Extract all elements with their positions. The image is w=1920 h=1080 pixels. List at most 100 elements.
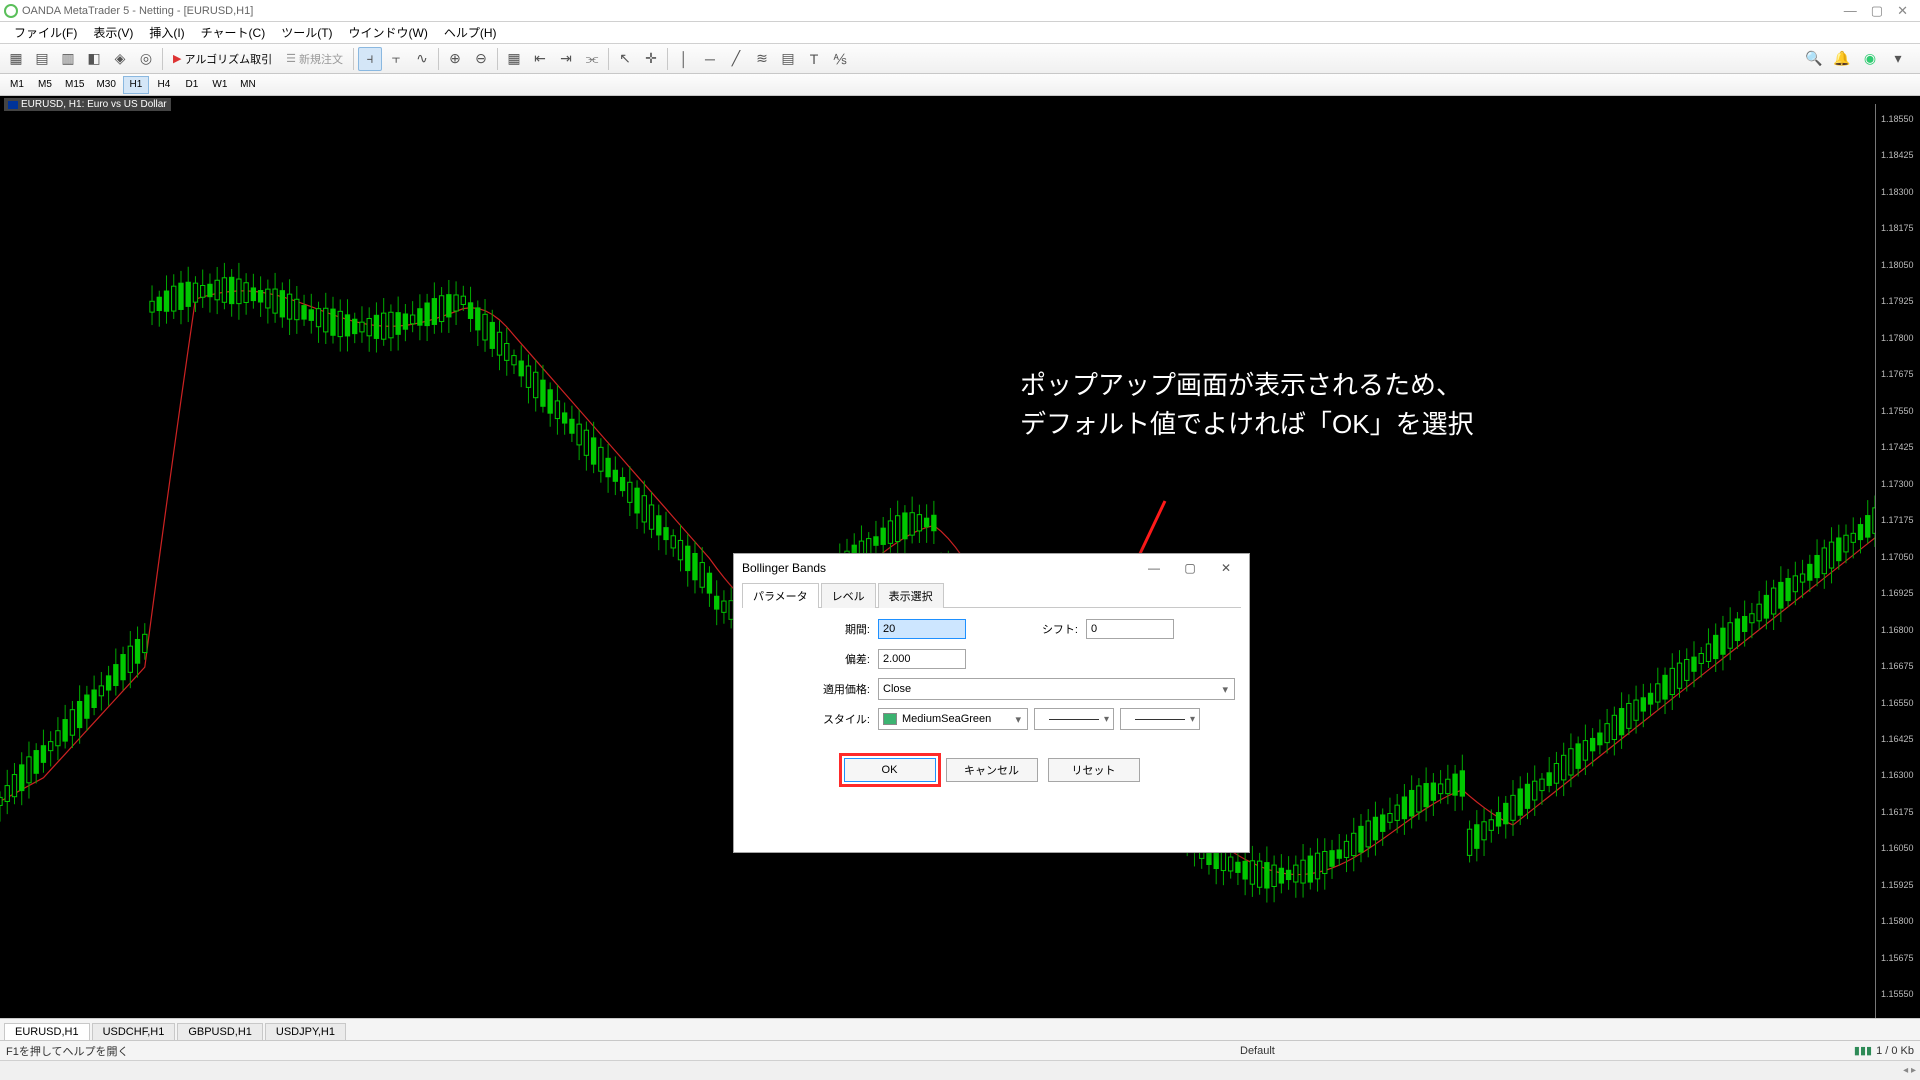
algo-trading-button[interactable]: ▶アルゴリズム取引	[167, 48, 278, 70]
dialog-tabs: パラメータ レベル 表示選択	[742, 582, 1241, 608]
app-icon	[4, 4, 18, 18]
price-tick: 1.17050	[1878, 552, 1918, 562]
crosshair-icon[interactable]: ✛	[639, 47, 663, 71]
minimize-icon[interactable]: —	[1844, 3, 1857, 19]
dialog-title: Bollinger Bands	[742, 561, 826, 575]
price-tick: 1.15675	[1878, 953, 1918, 963]
tab-display[interactable]: 表示選択	[878, 583, 944, 608]
timeframe-MN[interactable]: MN	[235, 76, 261, 94]
menu-view[interactable]: 表示(V)	[85, 22, 141, 43]
close-icon[interactable]: ✕	[1897, 3, 1908, 19]
dialog-close-icon[interactable]: ✕	[1211, 558, 1241, 578]
timeframe-D1[interactable]: D1	[179, 76, 205, 94]
period-input[interactable]	[878, 619, 966, 639]
window-titlebar: OANDA MetaTrader 5 - Netting - [EURUSD,H…	[0, 0, 1920, 22]
timeframe-M1[interactable]: M1	[4, 76, 30, 94]
cursor-icon[interactable]: ↖	[613, 47, 637, 71]
shift-input[interactable]	[1086, 619, 1174, 639]
mql-icon[interactable]: ◉	[1858, 47, 1882, 71]
hline-icon[interactable]: ─	[698, 47, 722, 71]
text-icon[interactable]: T	[802, 47, 826, 71]
price-tick: 1.16550	[1878, 698, 1918, 708]
objects-icon[interactable]: ⅍	[828, 47, 852, 71]
price-tick: 1.17175	[1878, 515, 1918, 525]
dialog-titlebar[interactable]: Bollinger Bands — ▢ ✕	[734, 554, 1249, 582]
price-tick: 1.16800	[1878, 625, 1918, 635]
new-order-button[interactable]: ☰新規注文	[280, 48, 349, 70]
timeframe-H4[interactable]: H4	[151, 76, 177, 94]
chart-tab[interactable]: GBPUSD,H1	[177, 1023, 263, 1040]
indicators-icon[interactable]: ⫘	[580, 47, 604, 71]
window-title: OANDA MetaTrader 5 - Netting - [EURUSD,H…	[22, 5, 253, 17]
price-tick: 1.16050	[1878, 843, 1918, 853]
signal-icon[interactable]: ◎	[134, 47, 158, 71]
ok-button[interactable]: OK	[844, 758, 936, 782]
style-color-select[interactable]: MediumSeaGreen	[878, 708, 1028, 730]
reset-button[interactable]: リセット	[1048, 758, 1140, 782]
menu-file[interactable]: ファイル(F)	[6, 22, 85, 43]
bar-chart-icon[interactable]: ⫞	[358, 47, 382, 71]
scroll-left-icon[interactable]: ◂	[1903, 1065, 1908, 1076]
line-style-select[interactable]	[1034, 708, 1114, 730]
annotation-text: ポップアップ画面が表示されるため、 デフォルト値でよければ「OK」を選択	[1020, 366, 1474, 444]
line-width-select[interactable]	[1120, 708, 1200, 730]
trendline-icon[interactable]: ╱	[724, 47, 748, 71]
deviation-input[interactable]	[878, 649, 966, 669]
price-tick: 1.17675	[1878, 369, 1918, 379]
timeframe-M5[interactable]: M5	[32, 76, 58, 94]
menu-chart[interactable]: チャート(C)	[193, 22, 274, 43]
menu-tools[interactable]: ツール(T)	[273, 22, 340, 43]
bottom-scrollbar[interactable]: ◂ ▸	[0, 1060, 1920, 1080]
profiles-icon[interactable]: ▤	[30, 47, 54, 71]
shift-label: シフト:	[966, 621, 1086, 637]
timeframe-W1[interactable]: W1	[207, 76, 233, 94]
alert-icon[interactable]: 🔔	[1830, 47, 1854, 71]
price-tick: 1.17800	[1878, 333, 1918, 343]
menubar: ファイル(F) 表示(V) 挿入(I) チャート(C) ツール(T) ウインドウ…	[0, 22, 1920, 44]
timeframe-H1[interactable]: H1	[123, 76, 149, 94]
chart-tab[interactable]: EURUSD,H1	[4, 1023, 90, 1040]
scroll-icon[interactable]: ⇤	[528, 47, 552, 71]
status-help-text: F1を押してヘルプを開く	[6, 1043, 129, 1059]
navigator-icon[interactable]: ◧	[82, 47, 106, 71]
new-chart-icon[interactable]: ▦	[4, 47, 28, 71]
chart-area[interactable]: EURUSD, H1: Euro vs US Dollar 1.185501.1…	[0, 96, 1920, 1076]
dialog-minimize-icon[interactable]: —	[1139, 558, 1169, 578]
zoom-out-icon[interactable]: ⊖	[469, 47, 493, 71]
style-label: スタイル:	[748, 711, 878, 727]
apply-price-label: 適用価格:	[748, 681, 878, 697]
price-tick: 1.17550	[1878, 406, 1918, 416]
maximize-icon[interactable]: ▢	[1871, 3, 1883, 19]
tab-parameters[interactable]: パラメータ	[742, 583, 819, 608]
apply-price-select[interactable]: Close	[878, 678, 1235, 700]
toolbox-icon[interactable]: ◈	[108, 47, 132, 71]
menu-help[interactable]: ヘルプ(H)	[436, 22, 505, 43]
menu-insert[interactable]: 挿入(I)	[141, 22, 192, 43]
connection-icon: ▮▮▮	[1854, 1044, 1872, 1057]
cancel-button[interactable]: キャンセル	[946, 758, 1038, 782]
price-tick: 1.17300	[1878, 479, 1918, 489]
timeframe-M30[interactable]: M30	[91, 76, 120, 94]
zoom-in-icon[interactable]: ⊕	[443, 47, 467, 71]
dialog-maximize-icon[interactable]: ▢	[1175, 558, 1205, 578]
tab-levels[interactable]: レベル	[821, 583, 876, 608]
timeframe-M15[interactable]: M15	[60, 76, 89, 94]
candle-chart-icon[interactable]: ⫟	[384, 47, 408, 71]
vline-icon[interactable]: │	[672, 47, 696, 71]
shift-icon[interactable]: ⇥	[554, 47, 578, 71]
dropdown-icon[interactable]: ▾	[1886, 47, 1910, 71]
scroll-right-icon[interactable]: ▸	[1911, 1065, 1916, 1076]
tile-icon[interactable]: ▦	[502, 47, 526, 71]
bollinger-dialog: Bollinger Bands — ▢ ✕ パラメータ レベル 表示選択 期間:…	[733, 553, 1250, 853]
price-tick: 1.15800	[1878, 916, 1918, 926]
channel-icon[interactable]: ▤	[776, 47, 800, 71]
fibo-icon[interactable]: ≋	[750, 47, 774, 71]
price-axis: 1.185501.184251.183001.181751.180501.179…	[1875, 104, 1920, 1046]
chart-tab[interactable]: USDJPY,H1	[265, 1023, 346, 1040]
menu-window[interactable]: ウインドウ(W)	[341, 22, 436, 43]
market-watch-icon[interactable]: ▥	[56, 47, 80, 71]
line-chart-icon[interactable]: ∿	[410, 47, 434, 71]
price-tick: 1.18550	[1878, 114, 1918, 124]
search-icon[interactable]: 🔍	[1802, 47, 1826, 71]
chart-tab[interactable]: USDCHF,H1	[92, 1023, 176, 1040]
